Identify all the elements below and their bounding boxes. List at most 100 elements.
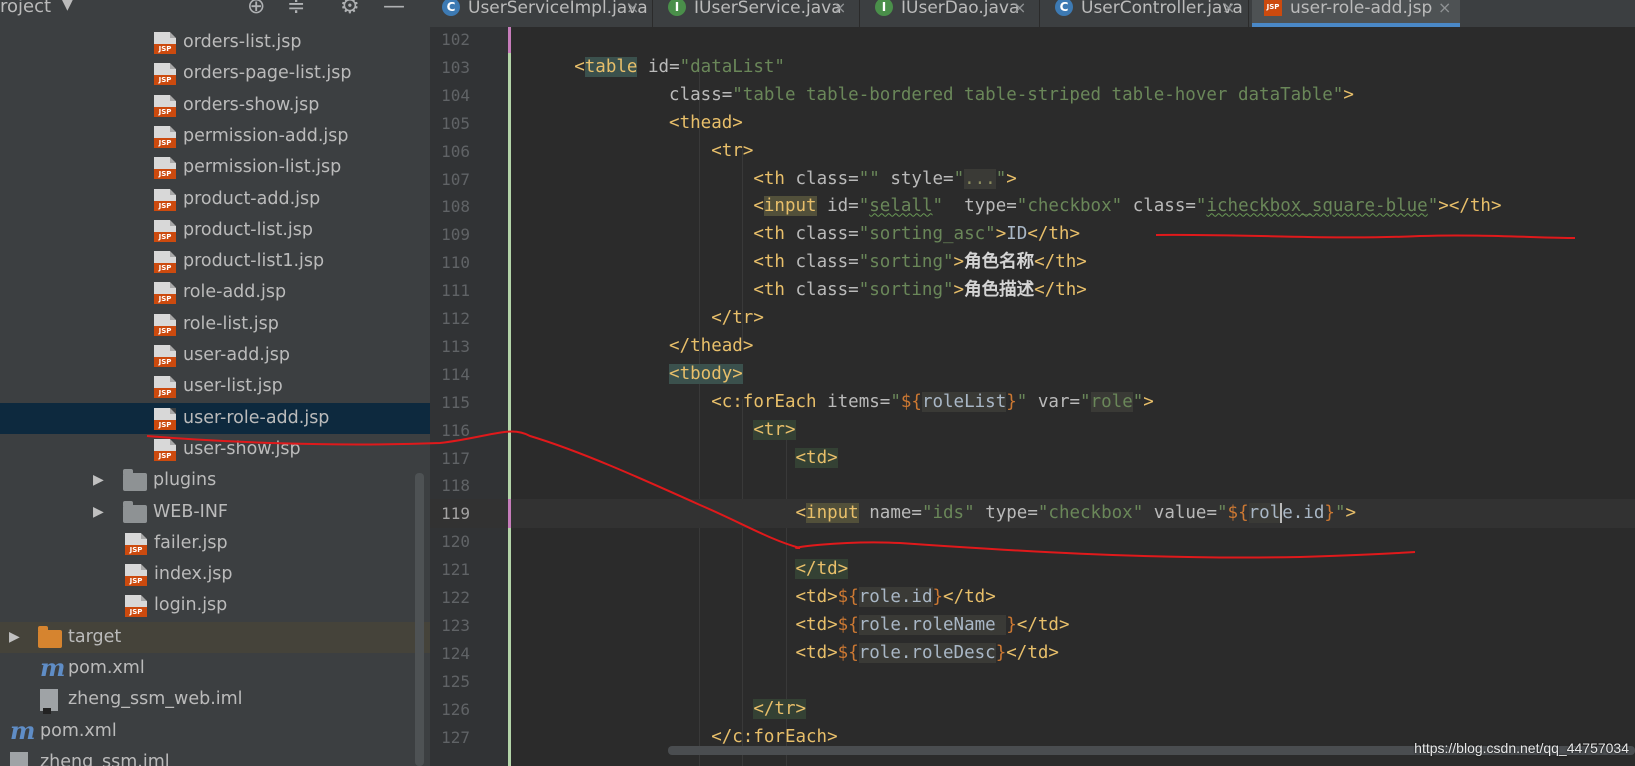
jsp-file-icon	[154, 345, 176, 367]
tree-item[interactable]: orders-page-list.jsp	[0, 58, 430, 89]
close-icon[interactable]: ×	[1222, 0, 1235, 16]
tree-item-label: orders-page-list.jsp	[183, 63, 352, 84]
tree-item-label: target	[68, 626, 122, 647]
tree-item-label: permission-list.jsp	[183, 157, 342, 178]
tree-item-label: orders-list.jsp	[183, 32, 302, 52]
jsp-file-icon	[154, 94, 176, 117]
tree-item-label: product-list.jsp	[183, 219, 313, 240]
line-number: 105	[441, 113, 470, 133]
jsp-file-icon	[154, 376, 176, 399]
tree-item[interactable]: ▶ plugins	[0, 465, 430, 496]
tree-item[interactable]: user-show.jsp	[0, 434, 430, 465]
close-icon[interactable]: ×	[833, 0, 846, 16]
tree-item[interactable]: login.jsp	[0, 590, 430, 621]
tree-item-label: user-list.jsp	[183, 376, 283, 397]
tree-item[interactable]: zheng_ssm.iml	[0, 747, 430, 766]
line-number: 110	[441, 253, 470, 273]
code-line-126: </tr>	[753, 698, 807, 719]
line-number: 120	[441, 532, 470, 552]
tree-item[interactable]: m pom.xml	[0, 653, 430, 684]
editor-tab[interactable]: C UserController.java ×	[1043, 0, 1244, 27]
tree-item[interactable]: ▶ WEB-INF	[0, 497, 430, 528]
code-line-107: <th class="" style="...">	[753, 168, 1017, 189]
line-number: 118	[441, 476, 470, 496]
collapse-all-icon[interactable]: ≑	[287, 0, 305, 19]
jsp-file-icon	[125, 595, 147, 618]
line-number: 103	[441, 57, 470, 77]
tree-item-label: index.jsp	[154, 564, 233, 585]
line-number: 127	[441, 727, 470, 747]
tree-item-label: zheng_ssm_web.iml	[68, 689, 243, 710]
tree-item[interactable]: user-role-add.jsp	[0, 402, 430, 434]
code-line-105: <thead>	[669, 112, 743, 133]
code-line-114: <tbody>	[669, 363, 743, 384]
code-line-103: <table id="dataList"	[574, 56, 785, 77]
line-number: 102	[441, 30, 470, 49]
editor-tab[interactable]: C UserServiceImpl.java ×	[430, 0, 648, 27]
close-icon[interactable]: ×	[1013, 0, 1026, 16]
locate-icon[interactable]: ⊕	[247, 0, 265, 19]
code-line-108: <input id="selall" type="checkbox" class…	[753, 196, 1502, 217]
tree-item[interactable]: role-add.jsp	[0, 277, 430, 308]
tree-item[interactable]: product-add.jsp	[0, 184, 430, 215]
minimize-icon[interactable]: —	[383, 0, 405, 19]
line-number: 124	[441, 643, 470, 663]
tree-item[interactable]: m pom.xml	[0, 716, 430, 747]
close-icon[interactable]: ×	[1438, 0, 1451, 16]
tree-item[interactable]: user-list.jsp	[0, 371, 430, 402]
tab-label: user-role-add.jsp	[1290, 0, 1433, 18]
tree-item[interactable]: product-list.jsp	[0, 215, 430, 246]
line-number: 112	[441, 309, 470, 328]
code-line-113: </thead>	[669, 335, 754, 356]
tree-item[interactable]: failer.jsp	[0, 528, 430, 559]
editor-tab[interactable]: I IUserService.java ×	[656, 0, 855, 27]
tree-item-label: pom.xml	[68, 658, 145, 678]
maven-icon: m	[10, 715, 36, 745]
jsp-file-icon	[154, 313, 176, 336]
code-line-111: <th class="sorting">角色描述</th>	[753, 280, 1087, 301]
chevron-down-icon[interactable]: ▼	[62, 0, 73, 13]
expand-arrow-icon[interactable]: ▶	[9, 622, 23, 653]
folded-text[interactable]: ...	[964, 168, 996, 189]
tree-item[interactable]: index.jsp	[0, 559, 430, 590]
tree-item[interactable]: product-list1.jsp	[0, 246, 430, 277]
class-icon: C	[1055, 0, 1073, 16]
line-number: 126	[441, 699, 470, 719]
tree-item-label: user-add.jsp	[183, 345, 290, 365]
code-editor[interactable]: <table id="dataList" class="table table-…	[511, 27, 1635, 766]
code-line-117: <td>	[795, 447, 838, 468]
expand-arrow-icon[interactable]: ▶	[93, 497, 107, 528]
class-icon: C	[442, 0, 460, 16]
tree-item-label: failer.jsp	[154, 532, 228, 553]
jsp-file-icon	[154, 188, 176, 211]
tree-item[interactable]: permission-add.jsp	[0, 121, 430, 152]
expand-arrow-icon[interactable]: ▶	[93, 465, 107, 496]
tree-item-label: product-list1.jsp	[183, 251, 325, 272]
close-icon[interactable]: ×	[626, 0, 639, 16]
line-number: 123	[441, 615, 470, 635]
tree-item[interactable]: orders-list.jsp	[0, 27, 430, 58]
editor-tab[interactable]: I IUserDao.java ×	[863, 0, 1035, 27]
code-line-123: <td>${role.roleName }</td>	[795, 614, 1070, 635]
tree-item[interactable]: ▶ target	[0, 621, 430, 653]
line-number: 107	[441, 169, 470, 189]
line-number: 113	[441, 336, 470, 356]
project-title[interactable]: roject	[0, 0, 51, 17]
gear-icon[interactable]: ⚙	[340, 0, 360, 19]
iml-file-icon	[40, 689, 58, 715]
tab-label: IUserService.java	[694, 0, 842, 18]
tree-item[interactable]: permission-list.jsp	[0, 152, 430, 183]
tree-item-label: product-add.jsp	[183, 188, 321, 209]
line-number: 111	[441, 281, 470, 301]
tree-item[interactable]: zheng_ssm_web.iml	[0, 684, 430, 715]
tree-item[interactable]: user-add.jsp	[0, 340, 430, 371]
editor-tab[interactable]: JSP user-role-add.jsp ×	[1252, 0, 1460, 27]
code-line-122: <td>${role.id}</td>	[795, 587, 996, 607]
tab-label: UserServiceImpl.java	[468, 0, 648, 18]
interface-icon: I	[875, 0, 893, 16]
editor-tabs: C UserServiceImpl.java × I IUserService.java…	[430, 0, 1635, 27]
tree-item[interactable]: orders-show.jsp	[0, 90, 430, 121]
tree-scrollbar[interactable]	[415, 473, 424, 766]
tree-item[interactable]: role-list.jsp	[0, 309, 430, 340]
